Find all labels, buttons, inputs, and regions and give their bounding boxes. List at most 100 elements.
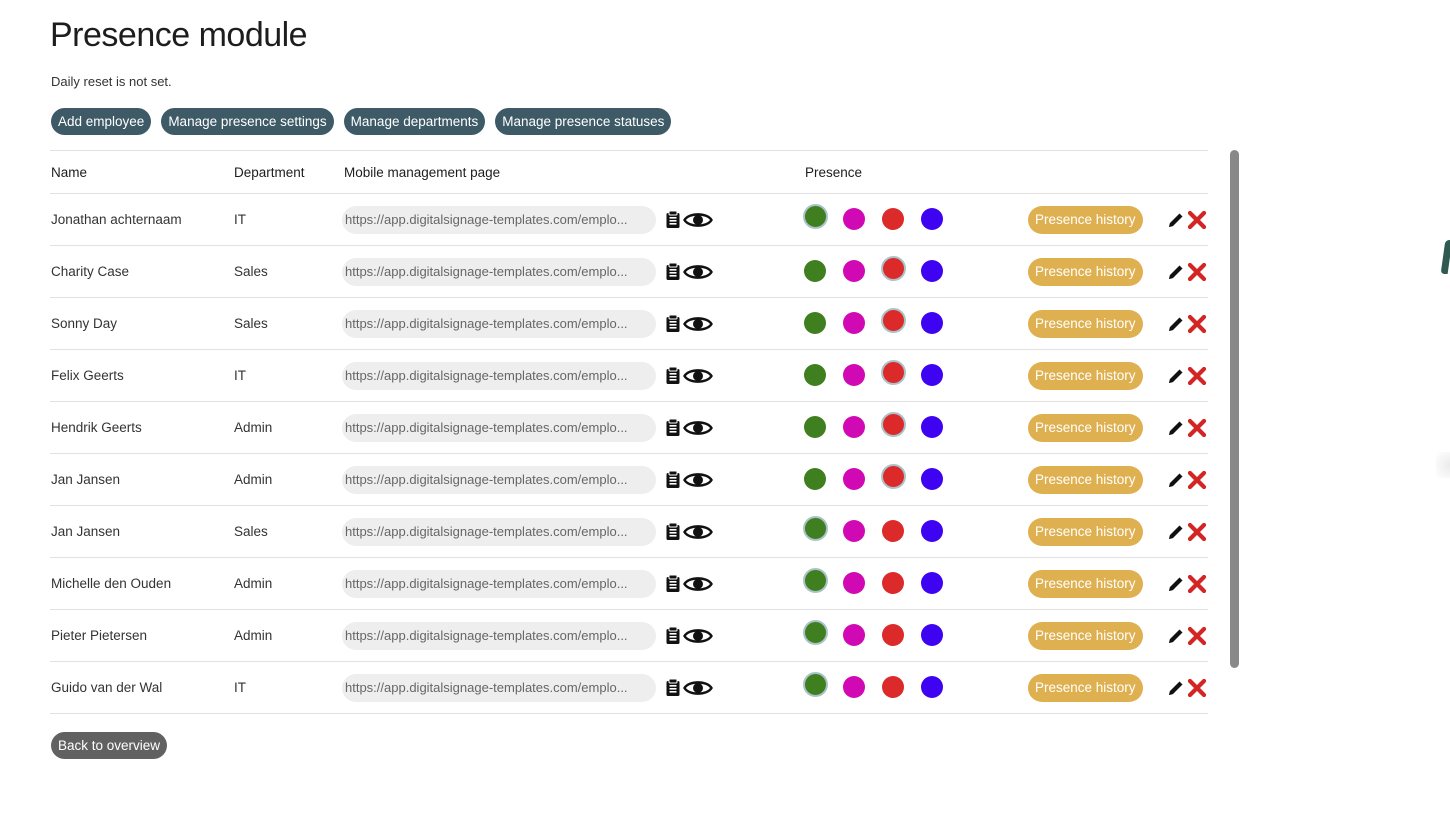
eye-icon[interactable] <box>683 574 713 594</box>
pencil-icon[interactable] <box>1167 419 1185 437</box>
mobile-page-url-field[interactable]: https://app.digitalsignage-templates.com… <box>342 309 656 338</box>
presence-status-dot-2[interactable] <box>843 676 865 698</box>
pencil-icon[interactable] <box>1167 575 1185 593</box>
pencil-icon[interactable] <box>1167 523 1185 541</box>
mobile-page-url-field[interactable]: https://app.digitalsignage-templates.com… <box>342 205 656 234</box>
close-icon[interactable] <box>1187 470 1207 490</box>
presence-status-dot-1[interactable] <box>804 260 826 282</box>
presence-status-dot-2[interactable] <box>843 208 865 230</box>
presence-status-dot-3[interactable] <box>882 624 904 646</box>
presence-status-dot-2[interactable] <box>843 416 865 438</box>
presence-status-dot-3[interactable] <box>881 360 906 385</box>
eye-icon[interactable] <box>683 314 713 334</box>
close-icon[interactable] <box>1187 678 1207 698</box>
presence-status-dot-3[interactable] <box>882 572 904 594</box>
presence-status-dot-4[interactable] <box>921 312 943 334</box>
mobile-page-url-field[interactable]: https://app.digitalsignage-templates.com… <box>342 621 656 650</box>
presence-status-dot-2[interactable] <box>843 364 865 386</box>
presence-status-dot-4[interactable] <box>921 208 943 230</box>
clipboard-icon[interactable] <box>665 314 681 333</box>
presence-status-dot-3[interactable] <box>881 256 906 281</box>
clipboard-icon[interactable] <box>665 418 681 437</box>
pencil-icon[interactable] <box>1167 471 1185 489</box>
presence-history-button[interactable]: Presence history <box>1028 361 1143 390</box>
close-icon[interactable] <box>1187 626 1207 646</box>
eye-icon[interactable] <box>683 262 713 282</box>
close-icon[interactable] <box>1187 418 1207 438</box>
mobile-page-url-field[interactable]: https://app.digitalsignage-templates.com… <box>342 465 656 494</box>
mobile-page-url-field[interactable]: https://app.digitalsignage-templates.com… <box>342 257 656 286</box>
presence-history-button[interactable]: Presence history <box>1028 205 1143 234</box>
eye-icon[interactable] <box>683 626 713 646</box>
presence-status-dot-2[interactable] <box>843 572 865 594</box>
presence-history-button[interactable]: Presence history <box>1028 673 1143 702</box>
presence-status-dot-4[interactable] <box>921 416 943 438</box>
presence-history-button[interactable]: Presence history <box>1028 517 1143 546</box>
eye-icon[interactable] <box>683 470 713 490</box>
pencil-icon[interactable] <box>1167 263 1185 281</box>
presence-status-dot-4[interactable] <box>921 260 943 282</box>
presence-status-dot-2[interactable] <box>843 260 865 282</box>
presence-status-dot-3[interactable] <box>881 412 906 437</box>
presence-status-dot-3[interactable] <box>881 308 906 333</box>
presence-status-dot-2[interactable] <box>843 520 865 542</box>
mobile-page-url-field[interactable]: https://app.digitalsignage-templates.com… <box>342 413 656 442</box>
eye-icon[interactable] <box>683 522 713 542</box>
presence-status-dot-4[interactable] <box>921 572 943 594</box>
clipboard-icon[interactable] <box>665 522 681 541</box>
presence-history-button[interactable]: Presence history <box>1028 257 1143 286</box>
back-to-overview-button[interactable]: Back to overview <box>51 732 168 759</box>
eye-icon[interactable] <box>683 366 713 386</box>
presence-status-dot-3[interactable] <box>882 676 904 698</box>
close-icon[interactable] <box>1187 314 1207 334</box>
pencil-icon[interactable] <box>1167 367 1185 385</box>
clipboard-icon[interactable] <box>665 262 681 281</box>
clipboard-icon[interactable] <box>665 470 681 489</box>
pencil-icon[interactable] <box>1167 679 1185 697</box>
close-icon[interactable] <box>1187 262 1207 282</box>
presence-status-dot-1[interactable] <box>804 312 826 334</box>
manage-presence-statuses-button[interactable]: Manage presence statuses <box>495 108 672 135</box>
presence-status-dot-1[interactable] <box>804 364 826 386</box>
presence-status-dot-1[interactable] <box>803 204 828 229</box>
presence-status-dot-3[interactable] <box>882 208 904 230</box>
presence-history-button[interactable]: Presence history <box>1028 465 1143 494</box>
presence-status-dot-2[interactable] <box>843 312 865 334</box>
presence-status-dot-2[interactable] <box>843 468 865 490</box>
presence-status-dot-1[interactable] <box>803 516 828 541</box>
clipboard-icon[interactable] <box>665 678 681 697</box>
eye-icon[interactable] <box>683 418 713 438</box>
presence-status-dot-3[interactable] <box>882 520 904 542</box>
mobile-page-url-field[interactable]: https://app.digitalsignage-templates.com… <box>342 361 656 390</box>
eye-icon[interactable] <box>683 210 713 230</box>
presence-status-dot-4[interactable] <box>921 520 943 542</box>
presence-status-dot-1[interactable] <box>804 468 826 490</box>
pencil-icon[interactable] <box>1167 627 1185 645</box>
presence-history-button[interactable]: Presence history <box>1028 309 1143 338</box>
close-icon[interactable] <box>1187 522 1207 542</box>
clipboard-icon[interactable] <box>665 366 681 385</box>
clipboard-icon[interactable] <box>665 574 681 593</box>
presence-status-dot-3[interactable] <box>881 464 906 489</box>
close-icon[interactable] <box>1187 574 1207 594</box>
presence-status-dot-1[interactable] <box>804 416 826 438</box>
pencil-icon[interactable] <box>1167 211 1185 229</box>
mobile-page-url-field[interactable]: https://app.digitalsignage-templates.com… <box>342 517 656 546</box>
table-scrollbar[interactable] <box>1230 150 1239 668</box>
close-icon[interactable] <box>1187 366 1207 386</box>
presence-status-dot-4[interactable] <box>921 364 943 386</box>
clipboard-icon[interactable] <box>665 210 681 229</box>
presence-status-dot-1[interactable] <box>803 672 828 697</box>
eye-icon[interactable] <box>683 678 713 698</box>
presence-status-dot-1[interactable] <box>803 568 828 593</box>
close-icon[interactable] <box>1187 210 1207 230</box>
presence-status-dot-1[interactable] <box>803 620 828 645</box>
presence-history-button[interactable]: Presence history <box>1028 413 1143 442</box>
manage-presence-settings-button[interactable]: Manage presence settings <box>161 108 334 135</box>
clipboard-icon[interactable] <box>665 626 681 645</box>
presence-status-dot-4[interactable] <box>921 676 943 698</box>
manage-departments-button[interactable]: Manage departments <box>343 108 486 135</box>
presence-status-dot-4[interactable] <box>921 468 943 490</box>
presence-status-dot-2[interactable] <box>843 624 865 646</box>
presence-history-button[interactable]: Presence history <box>1028 569 1143 598</box>
